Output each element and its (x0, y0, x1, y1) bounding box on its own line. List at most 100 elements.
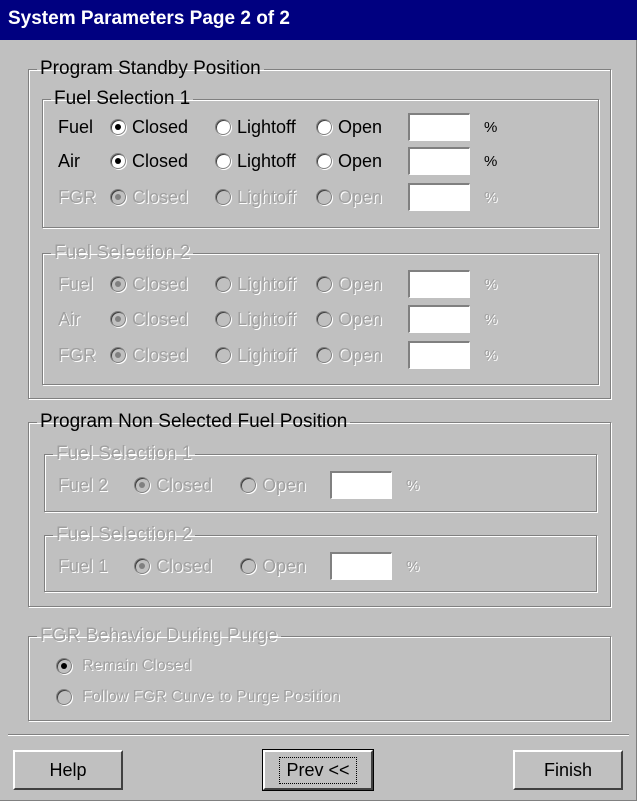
option-label: Closed (132, 116, 189, 137)
radio-button[interactable] (215, 119, 231, 135)
radio-button[interactable] (110, 153, 126, 169)
closed-option: Closed (110, 345, 215, 366)
standby-fuel-selection-2-legend: Fuel Selection 2 (54, 242, 191, 263)
prev-button[interactable]: Prev << (262, 749, 374, 791)
option-label: Closed (132, 273, 189, 294)
help-button[interactable]: Help (13, 750, 123, 790)
standby-fs1-air-row: Air Closed Lightoff Open % (58, 146, 497, 176)
non-selected-fs1-row: Fuel 2 Closed Open % (58, 470, 419, 500)
percent-unit: % (484, 152, 498, 170)
option-label: Open (338, 116, 383, 137)
closed-option: Closed (134, 475, 240, 496)
radio-button[interactable] (110, 119, 126, 135)
standby-fs2-fuel-row: Fuel Closed Lightoff Open % (58, 269, 497, 299)
system-parameters-dialog: System Parameters Page 2 of 2 Program St… (0, 0, 637, 801)
closed-option[interactable]: Closed (110, 117, 215, 138)
option-label: Closed (156, 555, 213, 576)
row-label: Fuel (58, 273, 94, 294)
option-label: Open (262, 555, 307, 576)
lightoff-option: Lightoff (215, 309, 316, 330)
radio-button (110, 276, 126, 292)
radio-button (56, 689, 72, 705)
radio-button[interactable] (316, 153, 332, 169)
open-option[interactable]: Open (316, 117, 408, 138)
option-label: Closed (132, 344, 189, 365)
radio-button[interactable] (316, 119, 332, 135)
option-label: Open (338, 344, 383, 365)
open-option: Open (240, 556, 330, 577)
percent-unit: % (484, 275, 498, 293)
radio-button (316, 189, 332, 205)
percent-input (408, 341, 470, 369)
open-option: Open (316, 274, 408, 295)
radio-button (110, 189, 126, 205)
radio-button (110, 311, 126, 327)
radio-button (215, 276, 231, 292)
non-selected-fuel-selection-1-legend: Fuel Selection 1 (56, 443, 193, 464)
radio-button (215, 347, 231, 363)
standby-fs1-fgr-row: FGR Closed Lightoff Open % (58, 182, 497, 212)
percent-unit: % (484, 310, 498, 328)
button-separator (8, 734, 629, 736)
percent-input (330, 552, 392, 580)
option-label: Closed (132, 186, 189, 207)
percent-input[interactable] (408, 113, 470, 141)
option-label: Follow FGR Curve to Purge Position (82, 688, 340, 705)
prev-button-label: Prev << (279, 756, 357, 784)
remain-closed-option: Remain Closed (56, 657, 191, 675)
standby-position-legend: Program Standby Position (40, 58, 261, 79)
radio-button (134, 558, 150, 574)
finish-button-label: Finish (543, 759, 592, 780)
radio-button (215, 311, 231, 327)
option-label: Lightoff (237, 186, 296, 207)
percent-unit: % (406, 557, 420, 575)
option-label: Remain Closed (82, 657, 192, 674)
option-label: Lightoff (237, 273, 296, 294)
closed-option: Closed (110, 187, 215, 208)
non-selected-position-legend: Program Non Selected Fuel Position (40, 411, 348, 432)
non-selected-fs2-row: Fuel 1 Closed Open % (58, 551, 419, 581)
fgr-purge-legend: FGR Behavior During Purge (40, 625, 278, 646)
lightoff-option[interactable]: Lightoff (215, 151, 316, 172)
row-label: Fuel 1 (58, 555, 109, 576)
row-label: FGR (58, 344, 96, 365)
lightoff-option: Lightoff (215, 274, 316, 295)
option-label: Closed (132, 150, 189, 171)
option-label: Lightoff (237, 150, 296, 171)
option-label: Open (262, 474, 307, 495)
closed-option: Closed (134, 556, 240, 577)
percent-input[interactable] (408, 147, 470, 175)
standby-fs1-fuel-row: Fuel Closed Lightoff Open % (58, 112, 497, 142)
percent-input (408, 305, 470, 333)
radio-button (56, 658, 72, 674)
open-option[interactable]: Open (316, 151, 408, 172)
standby-fuel-selection-1-legend: Fuel Selection 1 (54, 88, 191, 109)
lightoff-option: Lightoff (215, 345, 316, 366)
finish-button[interactable]: Finish (513, 750, 623, 790)
closed-option[interactable]: Closed (110, 151, 215, 172)
follow-fgr-curve-option: Follow FGR Curve to Purge Position (56, 688, 340, 706)
radio-button (240, 477, 256, 493)
row-label: Fuel (58, 116, 94, 137)
standby-fs2-fgr-row: FGR Closed Lightoff Open % (58, 340, 497, 370)
row-label: Fuel 2 (58, 474, 109, 495)
option-label: Closed (132, 308, 189, 329)
standby-fs2-air-row: Air Closed Lightoff Open % (58, 304, 497, 334)
radio-button (134, 477, 150, 493)
percent-unit: % (484, 346, 498, 364)
radio-button (316, 311, 332, 327)
option-label: Open (338, 308, 383, 329)
option-label: Lightoff (237, 116, 296, 137)
option-label: Lightoff (237, 344, 296, 365)
percent-input (330, 471, 392, 499)
radio-button[interactable] (215, 153, 231, 169)
window-title: System Parameters Page 2 of 2 (0, 0, 637, 40)
percent-unit: % (406, 476, 420, 494)
percent-unit: % (484, 118, 498, 136)
lightoff-option[interactable]: Lightoff (215, 117, 316, 138)
radio-button (240, 558, 256, 574)
row-label: FGR (58, 186, 96, 207)
option-label: Lightoff (237, 308, 296, 329)
radio-button (110, 347, 126, 363)
closed-option: Closed (110, 309, 215, 330)
